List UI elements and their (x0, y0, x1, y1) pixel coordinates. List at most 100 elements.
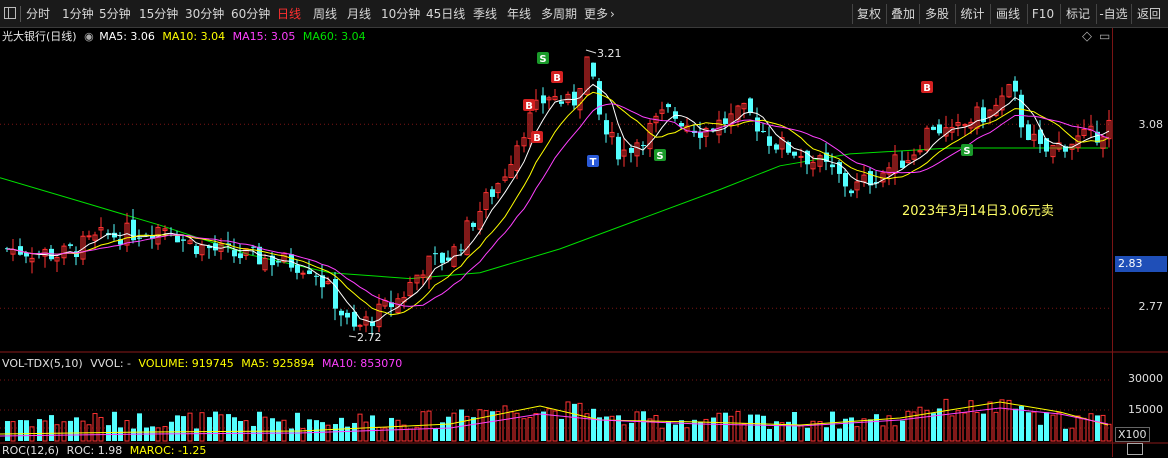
candle-body (339, 310, 344, 316)
volume-bar (37, 419, 42, 441)
volume-bar (175, 415, 180, 441)
volume-bar (659, 427, 665, 442)
volume-bar (591, 408, 596, 441)
volume-bar (798, 424, 804, 442)
volume-bar (1081, 417, 1087, 442)
volume-bar (533, 413, 539, 442)
volume-bar (868, 419, 873, 441)
volume-bar (546, 408, 552, 442)
candle-body (767, 136, 772, 146)
sell-marker-label: S (963, 146, 970, 157)
volume-bar (74, 417, 79, 441)
volume-bar (194, 428, 199, 441)
buy-marker-label: B (533, 133, 541, 144)
volume-bar (711, 417, 716, 441)
price-tick-308: 3.08 (1138, 118, 1164, 131)
roc-window-icon[interactable] (1127, 443, 1143, 455)
candle-body (591, 62, 596, 77)
candle-body (723, 118, 728, 124)
volume-bar (1006, 399, 1012, 442)
volume-bar (1075, 415, 1081, 442)
candle-body (900, 160, 905, 168)
volume-bar (684, 427, 690, 442)
candle-body (352, 311, 357, 327)
candle-body (666, 104, 671, 108)
stock-chart[interactable]: SBBBTSBS 3.21 2.72 2023年3月14日3.06元卖 (0, 0, 1168, 457)
volume-bar (824, 427, 829, 441)
volume-bar (900, 420, 905, 441)
volume-bar (1069, 427, 1075, 442)
volume-bar (1013, 408, 1018, 441)
volume-bar (616, 415, 621, 441)
candle-body (333, 279, 338, 309)
candle-body (1013, 80, 1018, 92)
volume-bar (1019, 406, 1024, 441)
volume-bar (5, 421, 10, 441)
volume-bar (61, 421, 67, 442)
candle-body (843, 172, 848, 187)
candle-body (307, 270, 312, 274)
volume-bar (621, 424, 627, 442)
volume-bar (943, 398, 949, 442)
volume-bar (837, 428, 842, 441)
candle-body (238, 253, 243, 259)
volume-bar (226, 414, 231, 441)
candle-body (830, 164, 835, 168)
volume-bar (446, 416, 451, 441)
volume-bar (1106, 423, 1112, 442)
volume-bar (376, 426, 382, 442)
volume-bar (748, 414, 753, 441)
volume-bar (18, 420, 23, 441)
volume-bar (199, 412, 205, 442)
volume-bar (641, 411, 646, 441)
candle-body (276, 261, 281, 263)
volume-bar (407, 428, 413, 442)
volume-bar (723, 412, 728, 441)
volume-bar (187, 412, 193, 442)
candle-body (490, 189, 495, 197)
candle-body (295, 264, 300, 273)
candle-body (616, 136, 621, 160)
volume-bar (477, 409, 483, 442)
volume-bar (495, 410, 501, 442)
volume-bar (981, 413, 986, 441)
volume-bar (761, 415, 766, 441)
buy-marker-label: B (923, 83, 931, 94)
candle-body (232, 250, 237, 257)
volume-bar (521, 418, 527, 442)
candle-body (175, 235, 180, 243)
volume-bar (962, 412, 968, 442)
volume-bar (243, 420, 249, 442)
volume-bar (698, 421, 703, 441)
annotation-text: 2023年3月14日3.06元卖 (902, 204, 1054, 219)
volume-bar (974, 412, 980, 442)
volume-bar (741, 423, 747, 442)
t-marker-label: T (590, 157, 597, 168)
volume-bar (755, 414, 760, 441)
volume-bar (673, 424, 678, 441)
volume-bar (854, 426, 860, 442)
volume-bar (420, 411, 426, 442)
candle-body (748, 98, 753, 113)
price-tick-277: 2.77 (1138, 300, 1164, 313)
volume-bar (629, 422, 634, 441)
volume-bar (483, 410, 489, 442)
vol-tick-15000: 15000 (1128, 403, 1163, 416)
volume-bar (333, 424, 338, 441)
candle-body (181, 239, 186, 241)
candle-body (440, 252, 445, 263)
sell-marker-label: S (656, 151, 663, 162)
volume-bar (1038, 424, 1043, 441)
volume-bar (987, 401, 993, 442)
candle-body (868, 171, 873, 186)
volume-bar (931, 413, 936, 441)
volume-bar (232, 417, 237, 441)
volume-bar (993, 411, 999, 442)
candle-body (629, 147, 634, 153)
volume-bar (42, 420, 48, 442)
volume-bar (999, 399, 1005, 442)
volume-bar (716, 412, 722, 442)
volume-bar (508, 411, 514, 442)
candle-body (68, 244, 73, 246)
volume-bar (1095, 415, 1100, 441)
